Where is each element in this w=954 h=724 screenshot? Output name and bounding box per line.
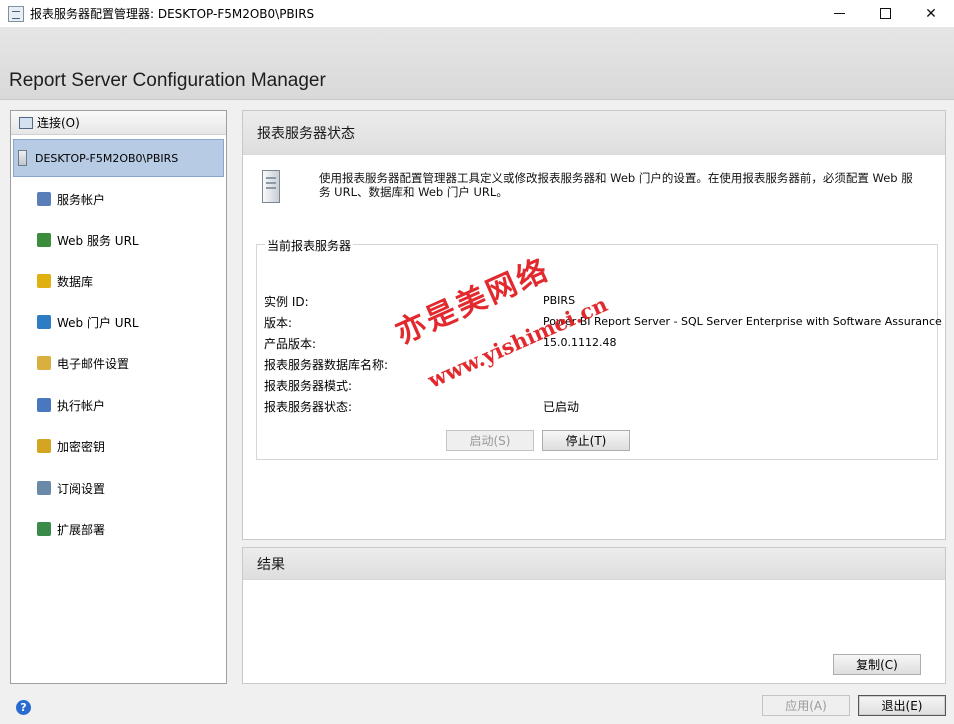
- scale-out-icon: [37, 522, 51, 536]
- edition-label: 版本:: [264, 316, 293, 330]
- nav-item-label: 订阅设置: [57, 481, 106, 496]
- execution-account-icon: [37, 398, 51, 412]
- current-server-group: 当前报表服务器 实例 ID: PBIRS 版本: Power BI Report…: [256, 237, 942, 460]
- minimize-button[interactable]: [816, 0, 862, 27]
- server-mode-label: 报表服务器模式:: [264, 379, 353, 393]
- nav-item-service-account[interactable]: 服务帐户: [37, 188, 105, 210]
- nav-item-label: 数据库: [57, 274, 94, 289]
- server-icon: [18, 150, 27, 166]
- copy-button[interactable]: 复制(C): [833, 654, 921, 675]
- nav-item-execution-account[interactable]: 执行帐户: [37, 394, 105, 416]
- subscription-icon: [37, 481, 51, 495]
- nav-item-label: 服务帐户: [57, 192, 106, 207]
- database-icon: [37, 274, 51, 288]
- results-heading: 结果: [243, 548, 945, 580]
- nav-item-web-service[interactable]: Web 服务 URL: [37, 229, 139, 251]
- window-title: 报表服务器配置管理器: DESKTOP-F5M2OB0\PBIRS: [30, 7, 315, 21]
- nav-item-label: 执行帐户: [57, 398, 106, 413]
- close-icon: ✕: [925, 5, 937, 22]
- status-panel-heading: 报表服务器状态: [243, 111, 945, 155]
- server-status-value: 已启动: [543, 400, 580, 414]
- nav-item-label: Web 服务 URL: [57, 233, 139, 248]
- server-icon: [262, 170, 280, 203]
- nav-item-label: Web 门户 URL: [57, 315, 139, 330]
- instance-id-label: 实例 ID:: [264, 295, 309, 309]
- nav-item-label: 加密密钥: [57, 439, 106, 454]
- web-service-icon: [37, 233, 51, 247]
- server-status-label: 报表服务器状态:: [264, 400, 353, 414]
- service-account-icon: [37, 192, 51, 206]
- edition-value: Power BI Report Server - SQL Server Ente…: [543, 315, 942, 328]
- email-icon: [37, 356, 51, 370]
- group-label: 当前报表服务器: [265, 237, 354, 254]
- exit-button[interactable]: 退出(E): [858, 695, 946, 716]
- connect-button[interactable]: 连接(O): [11, 111, 226, 135]
- nav-item-database[interactable]: 数据库: [37, 270, 93, 292]
- minimize-icon: [833, 13, 845, 14]
- nav-item-subscription[interactable]: 订阅设置: [37, 477, 105, 499]
- nav-item-label: 扩展部署: [57, 522, 106, 537]
- apply-button[interactable]: 应用(A): [762, 695, 850, 716]
- nav-item-label: 电子邮件设置: [57, 356, 130, 371]
- app-title: Report Server Configuration Manager: [9, 70, 326, 91]
- help-icon[interactable]: ?: [16, 700, 31, 715]
- nav-item-scale-out[interactable]: 扩展部署: [37, 518, 105, 540]
- report-server-status-panel: 报表服务器状态 使用报表服务器配置管理器工具定义或修改报表服务器和 Web 门户…: [242, 110, 946, 540]
- maximize-button[interactable]: [862, 0, 908, 27]
- database-name-label: 报表服务器数据库名称:: [264, 358, 389, 372]
- nav-item-globe[interactable]: Web 门户 URL: [37, 311, 139, 333]
- nav-item-email[interactable]: 电子邮件设置: [37, 352, 129, 374]
- server-node[interactable]: DESKTOP-F5M2OB0\PBIRS: [13, 139, 224, 177]
- nav-item-key[interactable]: 加密密钥: [37, 435, 105, 457]
- title-bar: 报表服务器配置管理器: DESKTOP-F5M2OB0\PBIRS: [0, 0, 954, 27]
- stop-button[interactable]: 停止(T): [542, 430, 630, 451]
- maximize-icon: [879, 8, 891, 19]
- start-button[interactable]: 启动(S): [446, 430, 534, 451]
- results-panel: 结果 复制(C): [242, 547, 946, 684]
- key-icon: [37, 439, 51, 453]
- instance-id-value: PBIRS: [543, 294, 576, 307]
- app-banner: Report Server Configuration Manager: [0, 27, 954, 100]
- server-label: DESKTOP-F5M2OB0\PBIRS: [35, 151, 179, 165]
- app-icon: [8, 5, 24, 22]
- product-version-label: 产品版本:: [264, 337, 317, 351]
- close-button[interactable]: ✕: [908, 0, 954, 27]
- product-version-value: 15.0.1112.48: [543, 336, 617, 349]
- status-description: 使用报表服务器配置管理器工具定义或修改报表服务器和 Web 门户的设置。在使用报…: [319, 171, 913, 199]
- globe-icon: [37, 315, 51, 329]
- connect-icon: [19, 116, 33, 129]
- connect-label: 连接(O): [37, 116, 80, 130]
